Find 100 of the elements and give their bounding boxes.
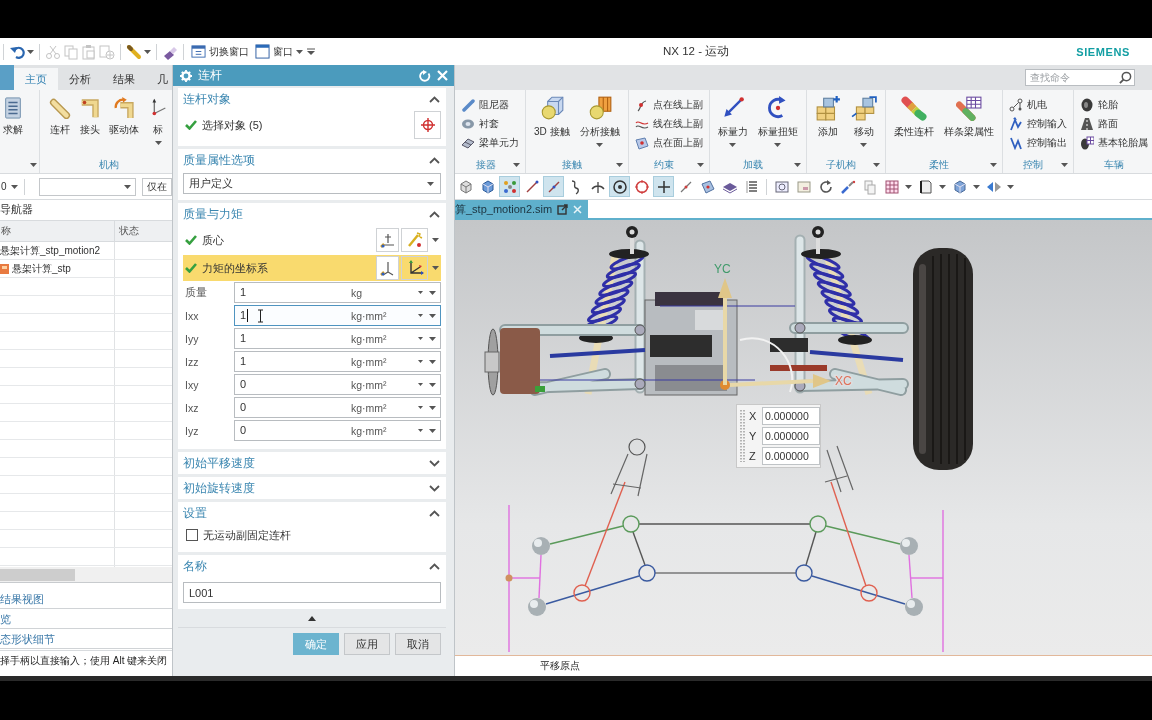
menu-caret-icon[interactable]: [429, 290, 436, 295]
collapse-arrow-icon[interactable]: [308, 616, 316, 621]
dialog-action-button[interactable]: 取消: [395, 633, 441, 655]
ribbon-command[interactable]: 基本轮胎属: [1076, 133, 1151, 152]
tree-item[interactable]: 悬架计算_stp_motion2: [0, 243, 101, 258]
ribbon-command[interactable]: 标量力: [712, 95, 753, 155]
menu-caret-icon[interactable]: [429, 428, 436, 433]
ribbon-command[interactable]: 柔性连杆: [888, 95, 939, 155]
ribbon-command[interactable]: 添加: [809, 95, 846, 155]
ribbon-command[interactable]: 阻尼器: [458, 95, 522, 114]
ribbon-command[interactable]: 路面: [1076, 114, 1151, 133]
coordinate-field[interactable]: 0.000000: [762, 447, 820, 465]
menu-caret-icon[interactable]: [429, 336, 436, 341]
ribbon-command[interactable]: 样条梁属性: [938, 95, 999, 155]
ribbon-command[interactable]: 3D 接触: [529, 95, 575, 155]
ribbon-command[interactable]: 接头: [77, 95, 103, 155]
column-header[interactable]: 状态: [115, 221, 172, 241]
ribbon-tab[interactable]: 主页: [14, 68, 58, 90]
menu-caret-icon[interactable]: [429, 405, 436, 410]
section-title[interactable]: 连杆对象: [183, 91, 429, 107]
ribbon-command[interactable]: 标: [145, 95, 171, 155]
column-header[interactable]: 称: [0, 221, 115, 241]
section-title[interactable]: 初始平移速度: [183, 455, 429, 471]
group-menu-icon[interactable]: [1060, 162, 1068, 167]
checkbox[interactable]: [186, 529, 198, 541]
number-field[interactable]: 0 kg·mm²: [234, 374, 441, 395]
collapse-icon[interactable]: [429, 95, 440, 103]
group-menu-icon[interactable]: [989, 162, 997, 167]
unit-dropdown[interactable]: kg·mm²: [351, 401, 423, 414]
unit-dropdown[interactable]: kg: [351, 286, 423, 299]
number-field[interactable]: 0 kg·mm²: [234, 420, 441, 441]
ribbon-command[interactable]: 点在面上副: [631, 133, 706, 152]
ribbon-command[interactable]: 梁单元力: [458, 133, 522, 152]
pencil-icon[interactable]: [126, 43, 142, 60]
unit-dropdown[interactable]: kg·mm²: [351, 378, 423, 391]
group-menu-icon[interactable]: [793, 162, 801, 167]
ribbon-command[interactable]: 标量扭矩: [752, 95, 803, 155]
collapse-icon[interactable]: [429, 562, 440, 570]
tree-item[interactable]: 悬架计算_stp: [12, 261, 71, 276]
ribbon-tab[interactable]: 几: [146, 68, 172, 90]
ribbon-command[interactable]: 分析接触: [574, 95, 625, 155]
unit-dropdown[interactable]: kg·mm²: [351, 424, 423, 437]
collapse-icon[interactable]: [429, 156, 440, 164]
external-window-icon[interactable]: [557, 203, 569, 215]
tool-button[interactable]: [609, 176, 630, 197]
collapse-icon[interactable]: [429, 210, 440, 218]
ribbon-command[interactable]: 机电: [1005, 95, 1070, 114]
filter-dropdown[interactable]: 0: [0, 181, 18, 192]
section-title[interactable]: 设置: [183, 505, 429, 521]
collapse-icon[interactable]: [429, 509, 440, 517]
ribbon-command[interactable]: 轮胎: [1076, 95, 1151, 114]
number-field[interactable]: 1 kg·mm²: [234, 351, 441, 372]
caret-icon[interactable]: [905, 184, 912, 189]
scrollbar-thumb[interactable]: [0, 568, 75, 581]
caret-icon[interactable]: [1007, 184, 1014, 189]
caret-icon[interactable]: [939, 184, 946, 189]
number-field[interactable]: 1 kg·mm²: [234, 305, 441, 326]
ribbon-tab[interactable]: 分析: [58, 68, 102, 90]
mass-option-dropdown[interactable]: 用户定义: [183, 173, 441, 194]
unit-dropdown[interactable]: kg·mm²: [351, 355, 423, 368]
customize-icon[interactable]: [307, 48, 315, 55]
unit-dropdown[interactable]: kg·mm²: [351, 309, 423, 322]
search-icon[interactable]: [1119, 71, 1132, 84]
ribbon-command[interactable]: 控制输出: [1005, 133, 1070, 152]
reset-icon[interactable]: [419, 69, 431, 82]
expand-icon[interactable]: [429, 484, 440, 492]
section-title[interactable]: 质量与力矩: [183, 206, 429, 222]
ribbon-tab[interactable]: 结果: [102, 68, 146, 90]
ribbon-command[interactable]: 驱动体: [107, 95, 141, 155]
group-menu-icon[interactable]: [872, 162, 880, 167]
coordinate-field[interactable]: 0.000000: [762, 427, 820, 445]
point-row[interactable]: 质心: [183, 227, 441, 253]
command-button[interactable]: 切换窗口: [189, 44, 251, 59]
number-field[interactable]: 0 kg·mm²: [234, 397, 441, 418]
ribbon-command[interactable]: 衬套: [458, 114, 522, 133]
group-menu-icon[interactable]: [30, 162, 37, 167]
dialog-action-button[interactable]: 应用: [344, 633, 390, 655]
point-row[interactable]: 力矩的坐标系: [183, 255, 441, 281]
ribbon-command[interactable]: 求解: [0, 95, 26, 155]
dialog-button[interactable]: [376, 256, 399, 280]
ribbon-command[interactable]: 移动: [845, 95, 882, 155]
expand-icon[interactable]: [429, 459, 440, 467]
section-title[interactable]: 质量属性选项: [183, 152, 429, 168]
dialog-button[interactable]: [376, 228, 399, 252]
document-tab[interactable]: 算_stp_motion2.sim: [455, 200, 589, 218]
group-menu-icon[interactable]: [696, 162, 704, 167]
caret-icon[interactable]: [973, 184, 980, 189]
menu-caret-icon[interactable]: [429, 313, 436, 318]
drag-handle-icon[interactable]: [740, 408, 745, 464]
ribbon-command[interactable]: 控制输入: [1005, 114, 1070, 133]
ribbon-command[interactable]: 连杆: [47, 95, 73, 155]
coordinate-field[interactable]: 0.000000: [762, 407, 820, 425]
group-menu-icon[interactable]: [615, 162, 623, 167]
inference-button[interactable]: [401, 256, 428, 280]
scope-dropdown[interactable]: 仅在: [142, 177, 172, 196]
caret-icon[interactable]: [27, 49, 34, 54]
section-title[interactable]: 名称: [183, 558, 429, 574]
group-menu-icon[interactable]: [513, 162, 520, 167]
menu-caret-icon[interactable]: [429, 382, 436, 387]
name-field[interactable]: L001: [183, 582, 441, 603]
